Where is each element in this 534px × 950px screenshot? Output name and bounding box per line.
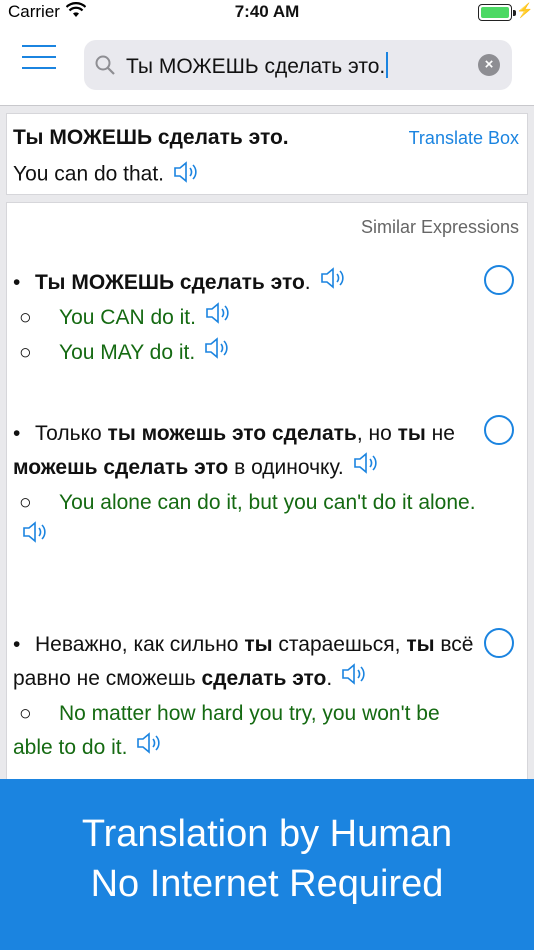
speaker-icon[interactable] [352,451,380,486]
nav-bar: Ты МОЖЕШЬ сделать это. × [0,26,534,106]
speaker-icon[interactable] [172,160,200,190]
list-item: • Ты МОЖЕШЬ сделать это. ○ You CAN do it. … [13,266,479,371]
search-input[interactable]: Ты МОЖЕШЬ сделать это. [126,52,389,79]
translate-box-link[interactable]: Translate Box [409,128,519,149]
select-radio-button[interactable] [484,415,514,445]
similar-expressions-header: Similar Expressions [360,217,519,237]
battery-icon [478,4,516,21]
speaker-icon[interactable] [319,266,347,301]
source-sentence: Ты МОЖЕШЬ сделать это. [13,126,289,149]
select-radio-button[interactable] [484,628,514,658]
expression-source: • Только ты можешь это сделать, но ты не … [13,417,479,486]
expression-translation: ○ You alone can do it, but you can't do i… [13,486,479,555]
expression-translation: ○ No matter how hard you try, you won't b… [13,697,479,766]
search-icon [94,54,116,81]
list-item: • Неважно, как сильно ты стараешься, ты в… [13,628,479,766]
banner-line-2: No Internet Required [90,863,444,905]
main-translation-card: Ты МОЖЕШЬ сделать это. You can do that. … [6,113,528,195]
translated-sentence: You can do that. [13,160,200,190]
expression-source: • Ты МОЖЕШЬ сделать это. [13,266,479,301]
speaker-icon[interactable] [21,520,49,555]
expression-source: • Неважно, как сильно ты стараешься, ты в… [13,628,479,697]
speaker-icon[interactable] [204,301,232,336]
speaker-icon[interactable] [135,731,163,766]
similar-expressions-list: Similar Expressions • Ты МОЖЕШЬ сделать э… [6,202,528,782]
expression-translation: ○ You CAN do it. [13,301,479,336]
speaker-icon[interactable] [203,336,231,371]
speaker-icon[interactable] [340,662,368,697]
clock: 7:40 AM [234,2,300,21]
search-bar[interactable]: Ты МОЖЕШЬ сделать это. × [84,40,512,90]
list-item: • Только ты можешь это сделать, но ты не … [13,417,479,555]
clear-search-button[interactable]: × [478,54,500,76]
menu-icon[interactable] [22,43,56,71]
promo-banner: Translation by Human No Internet Require… [0,779,534,950]
banner-line-1: Translation by Human [81,813,453,855]
expression-translation: ○ You MAY do it. [13,336,479,371]
status-bar: Carrier 7:40 AM ⚡ [0,0,534,26]
select-radio-button[interactable] [484,265,514,295]
charging-icon: ⚡ [516,2,534,18]
